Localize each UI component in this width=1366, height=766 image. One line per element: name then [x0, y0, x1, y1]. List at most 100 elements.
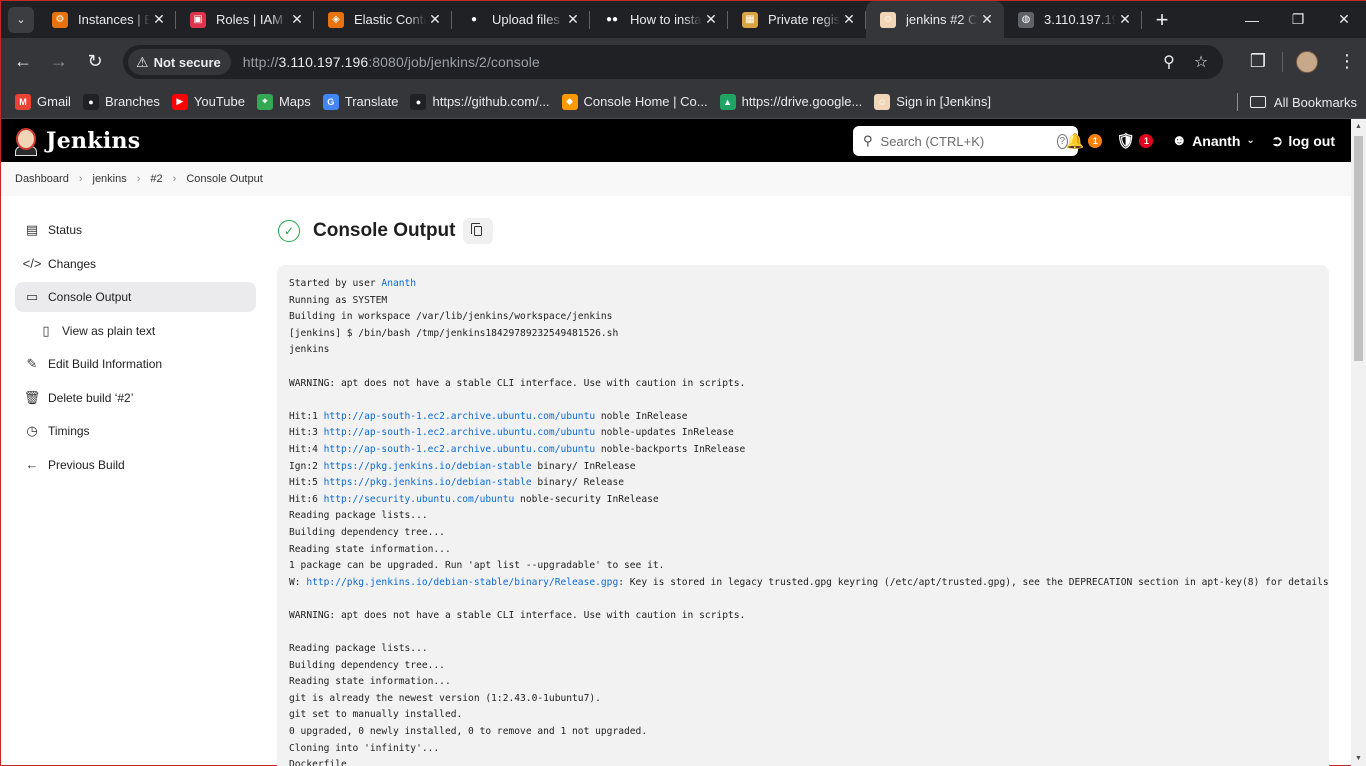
- tab-title: Instances | EC2: [78, 12, 150, 27]
- sidepanel-item[interactable]: ◷ Timings: [15, 416, 256, 446]
- jenkins-home-link[interactable]: Jenkins: [13, 126, 140, 156]
- bookmark-item[interactable]: ● Branches: [77, 88, 166, 116]
- tab-title: How to install: [630, 12, 702, 27]
- reload-button[interactable]: ↻: [78, 45, 112, 79]
- browser-menu-icon[interactable]: ⋮: [1327, 42, 1366, 82]
- chevron-down-icon: ⌄: [16, 14, 26, 26]
- tab-search-button[interactable]: ⌄: [8, 6, 34, 33]
- tab-favicon-icon: ●: [466, 11, 482, 28]
- console-link[interactable]: http://ap-south-1.ec2.archive.ubuntu.com…: [324, 411, 595, 422]
- close-tab-icon[interactable]: ✕: [978, 11, 996, 29]
- site-info-button[interactable]: ⚠ Not secure: [128, 49, 231, 75]
- sidepanel-item[interactable]: ← Previous Build: [15, 450, 256, 480]
- page-title: Console Output: [313, 220, 456, 241]
- browser-tab[interactable]: ●● How to install ✕: [590, 1, 728, 38]
- sidepanel-item[interactable]: ▭ Console Output: [15, 282, 256, 312]
- close-tab-icon[interactable]: ✕: [150, 11, 168, 29]
- close-tab-icon[interactable]: ✕: [1116, 11, 1134, 29]
- back-button[interactable]: ←: [6, 45, 40, 79]
- minimize-button[interactable]: —: [1229, 1, 1275, 38]
- forward-button[interactable]: →: [42, 45, 76, 79]
- aws-icon: ◆: [561, 93, 578, 110]
- notifications-button[interactable]: 🔔 1: [1066, 132, 1103, 150]
- breadcrumb-item[interactable]: Dashboard: [15, 173, 69, 185]
- bookmark-item[interactable]: ▶ YouTube: [166, 88, 251, 116]
- user-menu[interactable]: ☻ Ananth ⌄: [1171, 132, 1254, 149]
- sidepanel-item[interactable]: ✎ Edit Build Information: [15, 349, 256, 379]
- jenkins-title: Jenkins: [46, 127, 141, 154]
- console-line: git set to manually installed.: [289, 707, 1317, 724]
- gmail-icon: M: [15, 93, 31, 110]
- address-bar[interactable]: ⚠ Not secure http://3.110.197.196:8080/j…: [123, 45, 1223, 79]
- browser-tab[interactable]: ◈ Elastic Container✕: [314, 1, 452, 38]
- bookmarks-divider: [1236, 93, 1238, 111]
- new-tab-button[interactable]: +: [1148, 6, 1176, 34]
- breadcrumb-item[interactable]: jenkins: [93, 173, 127, 185]
- console-line: Hit:5 https://pkg.jenkins.io/debian-stab…: [289, 475, 1317, 492]
- close-tab-icon[interactable]: ✕: [564, 11, 582, 29]
- scroll-down-icon[interactable]: ▼: [1351, 751, 1366, 766]
- bookmark-item[interactable]: M Gmail: [9, 88, 77, 116]
- bookmark-item[interactable]: ▲ https://drive.google...: [714, 88, 869, 116]
- scroll-up-icon[interactable]: ▲: [1351, 119, 1366, 134]
- browser-tab[interactable]: ◍ 3.110.197.196✕: [1004, 1, 1142, 38]
- console-link[interactable]: https://pkg.jenkins.io/debian-stable: [324, 477, 532, 488]
- browser-tab[interactable]: ⚙ Instances | EC2✕: [38, 1, 176, 38]
- extensions-icon[interactable]: ❒: [1238, 42, 1278, 82]
- console-link[interactable]: http://ap-south-1.ec2.archive.ubuntu.com…: [324, 427, 595, 438]
- profile-button[interactable]: [1287, 42, 1327, 82]
- breadcrumb-item[interactable]: Console Output: [186, 173, 262, 185]
- sidepanel-item[interactable]: ▤ Status: [15, 215, 256, 245]
- close-tab-icon[interactable]: ✕: [702, 11, 720, 29]
- browser-tab[interactable]: ▦ Private registry✕: [728, 1, 866, 38]
- search-input[interactable]: [880, 133, 1057, 149]
- arrow-right-icon: →: [50, 51, 68, 71]
- scrollbar-thumb[interactable]: [1354, 136, 1363, 361]
- console-link[interactable]: http://security.ubuntu.com/ubuntu: [324, 494, 515, 505]
- arrow-left-icon: ←: [14, 51, 32, 71]
- sidepanel-item[interactable]: 🗑 Delete build ‘#2’: [15, 383, 256, 413]
- close-tab-icon[interactable]: ✕: [288, 11, 306, 29]
- bookmark-item[interactable]: ◆ Console Home | Co...: [556, 88, 714, 116]
- bookmark-item[interactable]: G Translate: [317, 88, 405, 116]
- close-window-button[interactable]: ✕: [1321, 1, 1366, 38]
- bookmark-star-icon[interactable]: ☆: [1185, 46, 1217, 78]
- console-line: [jenkins] $ /bin/bash /tmp/jenkins184297…: [289, 326, 1317, 343]
- close-tab-icon[interactable]: ✕: [840, 11, 858, 29]
- url-text[interactable]: http://3.110.197.196:8080/job/jenkins/2/…: [243, 54, 540, 70]
- copy-button[interactable]: [463, 218, 494, 244]
- browser-tab[interactable]: ● Upload files ✕: [452, 1, 590, 38]
- logout-link[interactable]: ➲ log out: [1271, 132, 1335, 150]
- close-tab-icon[interactable]: ✕: [426, 11, 444, 29]
- search-box[interactable]: ⚲ ?: [853, 126, 1078, 156]
- sidepanel-item-label: Previous Build: [48, 457, 125, 472]
- bookmark-item[interactable]: ⌖ Maps: [251, 88, 317, 116]
- translate-icon: G: [322, 93, 339, 110]
- bookmark-item[interactable]: ● https://github.com/...: [404, 88, 555, 116]
- sidepanel-item[interactable]: ▯ View as plain text: [15, 316, 256, 346]
- browser-tab[interactable]: ▣ Roles | IAM | Global✕: [176, 1, 314, 38]
- chevron-right-icon: ›: [78, 173, 83, 185]
- sidepanel-item[interactable]: </> Changes: [15, 249, 256, 279]
- security-button[interactable]: 🛡 1: [1116, 132, 1154, 150]
- console-line: Hit:3 http://ap-south-1.ec2.archive.ubun…: [289, 425, 1317, 442]
- console-link[interactable]: Ananth: [381, 278, 416, 289]
- all-bookmarks-button[interactable]: All Bookmarks: [1236, 85, 1357, 119]
- console-link[interactable]: http://pkg.jenkins.io/debian-stable/bina…: [306, 577, 618, 588]
- restore-button[interactable]: ❐: [1275, 1, 1321, 38]
- side-panel: ▤ Status </> Changes ▭ Console Output ▯ View as…: [15, 215, 256, 483]
- console-text: Hit:1: [289, 410, 324, 422]
- console-link[interactable]: https://pkg.jenkins.io/debian-stable: [324, 461, 532, 472]
- page-scrollbar[interactable]: ▲ ▼: [1351, 119, 1366, 766]
- console-link[interactable]: http://ap-south-1.ec2.archive.ubuntu.com…: [324, 444, 595, 455]
- zoom-icon[interactable]: ⚲: [1153, 46, 1185, 78]
- browser-tab[interactable]: ☺ jenkins #2 Console✕: [866, 1, 1004, 38]
- console-text: noble-updates InRelease: [595, 427, 734, 439]
- bookmark-item[interactable]: ☺ Sign in [Jenkins]: [868, 88, 997, 116]
- console-line: Dockerfile: [289, 757, 1317, 766]
- copy-icon: [471, 223, 483, 236]
- breadcrumb-item[interactable]: #2: [150, 173, 162, 185]
